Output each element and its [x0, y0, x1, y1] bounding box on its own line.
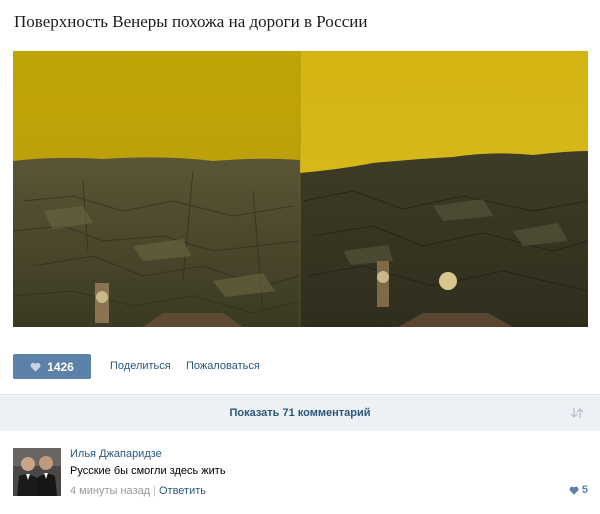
sort-arrows-icon[interactable]: [570, 407, 584, 419]
reply-link[interactable]: Ответить: [159, 485, 206, 497]
avatar[interactable]: [13, 448, 61, 496]
post-title: Поверхность Венеры похожа на дороги в Ро…: [14, 12, 368, 31]
comment-time[interactable]: 4 минуты назад: [70, 485, 150, 497]
like-count: 1426: [47, 359, 74, 374]
like-button[interactable]: 1426: [13, 354, 91, 379]
show-comments-label: Показать 71 комментарий: [229, 407, 371, 419]
comment: Илья Джапаридзе Русские бы смогли здесь …: [13, 448, 588, 500]
report-link[interactable]: Пожаловаться: [186, 360, 260, 372]
venus-panorama: [13, 51, 588, 327]
heart-icon: [30, 362, 41, 372]
meta-separator: |: [153, 485, 156, 497]
comment-like-button[interactable]: 5: [569, 484, 588, 496]
comment-meta: 4 минуты назад | Ответить: [70, 485, 206, 497]
post-image[interactable]: [13, 51, 588, 327]
comment-like-count: 5: [581, 484, 588, 496]
comment-author[interactable]: Илья Джапаридзе: [70, 448, 162, 460]
comment-text: Русские бы смогли здесь жить: [70, 465, 226, 477]
heart-icon: [569, 486, 579, 495]
avatar-image: [13, 448, 61, 496]
share-link[interactable]: Поделиться: [110, 360, 171, 372]
post-actions: 1426 Поделиться Пожаловаться: [13, 354, 588, 380]
show-comments-button[interactable]: Показать 71 комментарий: [0, 394, 600, 431]
